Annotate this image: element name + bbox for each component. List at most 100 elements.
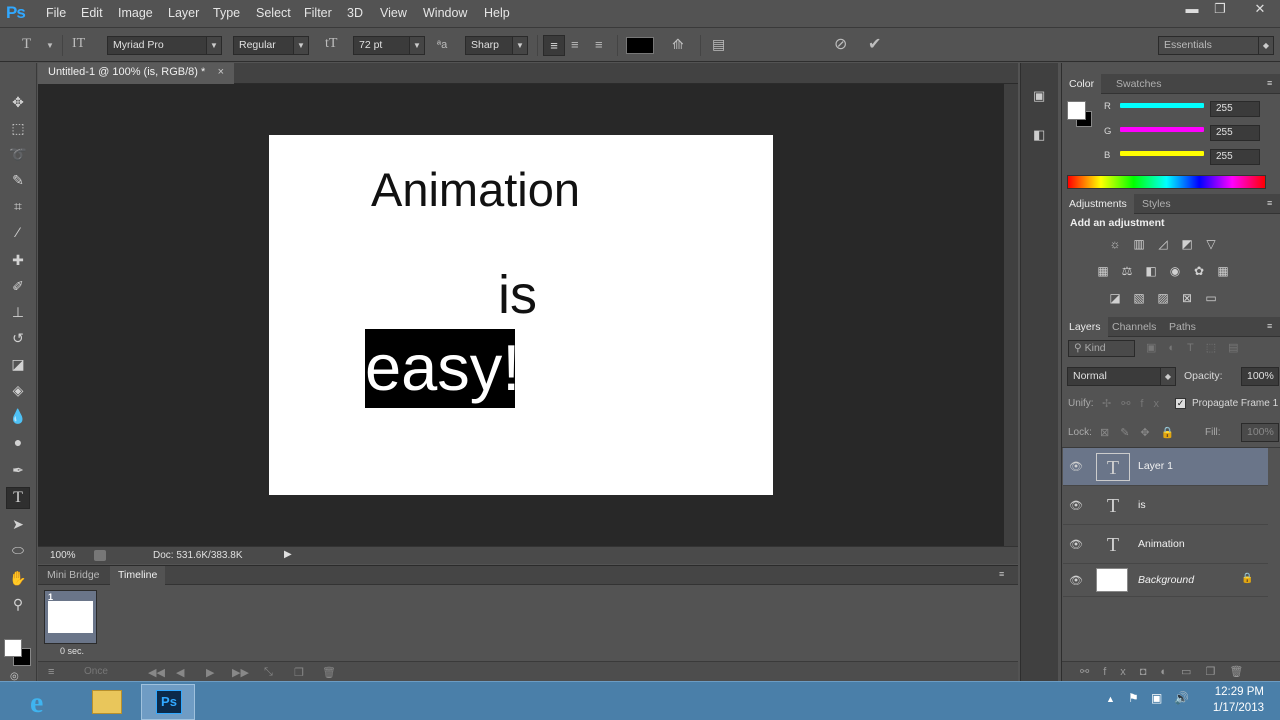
clock-date[interactable]: 1/17/2013 [1198,702,1264,714]
lock-icons[interactable]: ⊠✎✥🔒 [1100,426,1185,439]
gradient-map-icon[interactable]: ▭ [1204,291,1218,305]
warp-text-icon[interactable]: ⟰ [672,36,684,53]
clone-stamp-tool-icon[interactable]: ⊥ [6,301,30,323]
file-explorer-icon[interactable] [80,684,134,720]
menu-select[interactable]: Select [256,6,291,20]
cancel-edit-icon[interactable]: ⊘ [834,34,847,54]
color-foreground-swatch[interactable] [1067,101,1086,120]
workspace-dropdown[interactable]: Essentials ◆ [1158,36,1274,55]
tab-layers[interactable]: Layers [1062,317,1108,337]
panel-menu-icon[interactable]: ≡ [999,569,1004,579]
status-menu-arrow-icon[interactable]: ▶ [284,549,292,560]
channel-b-value[interactable]: 255 [1210,149,1260,165]
color-spectrum-bar[interactable] [1067,175,1266,189]
paint-bucket-tool-icon[interactable]: ◈ [6,379,30,401]
close-button[interactable]: ✕ [1244,2,1276,18]
blend-mode-dropdown[interactable]: Normal ◆ [1067,367,1176,386]
layer-filter-dropdown[interactable]: ⚲ Kind [1068,340,1135,357]
play-icon[interactable]: ▶ [206,666,214,679]
layer-action-icons[interactable]: ⚯fx◘◐▭❐🗑 [1080,665,1257,678]
tab-color[interactable]: Color [1062,74,1102,94]
layer-row[interactable]: 👁 Background 🔒 [1063,565,1268,597]
history-panel-icon[interactable]: ▣ [1033,88,1045,104]
color-lookup-icon[interactable]: ▦ [1216,264,1230,278]
ellipse-tool-icon[interactable]: ⬭ [6,539,30,561]
tab-mini-bridge[interactable]: Mini Bridge [39,566,108,585]
layer-name[interactable]: is [1138,499,1146,511]
channel-g-value[interactable]: 255 [1210,125,1260,141]
tab-swatches[interactable]: Swatches [1109,74,1169,94]
channel-mixer-icon[interactable]: ✿ [1192,264,1206,278]
duplicate-frame-icon[interactable]: ❐ [294,666,304,679]
canvas-text-is[interactable]: is [498,268,537,322]
menu-filter[interactable]: Filter [304,6,332,20]
blur-tool-icon[interactable]: 💧 [6,405,30,427]
show-hidden-icons[interactable]: ▲ [1106,694,1115,704]
channel-g-slider[interactable] [1120,127,1204,132]
panel-menu-icon[interactable]: ≡ [1267,198,1272,208]
healing-brush-tool-icon[interactable]: ✚ [6,249,30,271]
pen-tool-icon[interactable]: ✒ [6,459,30,481]
layer-name[interactable]: Background [1138,574,1194,586]
volume-icon[interactable]: 🔊 [1174,691,1189,705]
canvas-text-easy[interactable]: easy! [365,335,520,400]
visibility-eye-icon[interactable]: 👁 [1069,499,1083,512]
character-panel-icon[interactable]: ▤ [712,36,725,53]
tab-timeline[interactable]: Timeline [110,566,166,585]
menu-3d[interactable]: 3D [347,6,363,20]
zoom-level[interactable]: 100% [50,550,76,561]
exposure-icon[interactable]: ◩ [1180,237,1194,251]
zoom-tool-icon[interactable]: ⚲ [6,593,30,615]
font-family-dropdown[interactable]: Myriad Pro ▼ [107,36,222,55]
orientation-toggle-icon[interactable]: IT [72,36,85,52]
vibrance-icon[interactable]: ▽ [1204,237,1218,251]
layer-row[interactable]: 👁 T Animation [1063,526,1268,564]
move-tool-icon[interactable]: ✥ [6,91,30,113]
eyedropper-tool-icon[interactable]: ⁄ [6,221,30,243]
tab-paths[interactable]: Paths [1162,317,1203,337]
restore-button[interactable]: ❐ [1208,2,1232,18]
black-white-icon[interactable]: ◧ [1144,264,1158,278]
opacity-field[interactable]: 100% [1241,367,1279,386]
align-left-icon[interactable]: ≡ [543,35,565,56]
hand-tool-icon[interactable]: ✋ [6,567,30,589]
marquee-tool-icon[interactable]: ⬚ [6,117,30,139]
layer-row[interactable]: 👁 T Layer 1 [1063,448,1268,486]
menu-image[interactable]: Image [118,6,153,20]
menu-layer[interactable]: Layer [168,6,199,20]
close-tab-icon[interactable]: × [218,66,224,78]
vertical-scrollbar[interactable] [1004,84,1018,546]
next-frame-icon[interactable]: ▶▶ [232,666,249,679]
status-options-icon[interactable] [94,550,106,561]
network-icon[interactable]: ▣ [1151,691,1162,705]
brightness-contrast-icon[interactable]: ☼ [1108,237,1122,251]
foreground-color-swatch-front[interactable] [4,639,22,657]
visibility-eye-icon[interactable]: 👁 [1069,460,1083,473]
chevron-down-icon[interactable]: ▼ [46,41,54,50]
text-color-swatch[interactable] [626,37,654,54]
align-center-icon[interactable]: ≡ [571,37,579,52]
layer-name[interactable]: Layer 1 [1138,460,1173,472]
unify-icons[interactable]: ✢⚯fx [1102,397,1169,410]
tab-channels[interactable]: Channels [1105,317,1163,337]
tab-adjustments[interactable]: Adjustments [1062,194,1134,214]
threshold-icon[interactable]: ▨ [1156,291,1170,305]
font-size-dropdown[interactable]: 72 pt ▼ [353,36,425,55]
layer-filter-icons[interactable]: ▣◐T⬚▤ [1146,341,1251,354]
taskbar-photoshop-button[interactable]: Ps [141,684,195,720]
channel-r-value[interactable]: 255 [1210,101,1260,117]
channel-r-slider[interactable] [1120,103,1204,108]
tab-styles[interactable]: Styles [1135,194,1178,214]
curves-icon[interactable]: ◿ [1156,237,1170,251]
timeline-menu-icon[interactable]: ≡ [48,666,54,678]
internet-explorer-icon[interactable]: e [18,684,72,720]
quick-selection-tool-icon[interactable]: ✎ [6,169,30,191]
previous-frame-icon[interactable]: ◀ [176,666,184,679]
hue-saturation-icon[interactable]: ▦ [1096,264,1110,278]
loop-options-dropdown[interactable]: Once [84,666,108,677]
panel-menu-icon[interactable]: ≡ [1267,78,1272,88]
menu-window[interactable]: Window [423,6,467,20]
panel-menu-icon[interactable]: ≡ [1267,321,1272,331]
tween-icon[interactable]: ⤡ [264,666,273,679]
menu-edit[interactable]: Edit [81,6,103,20]
